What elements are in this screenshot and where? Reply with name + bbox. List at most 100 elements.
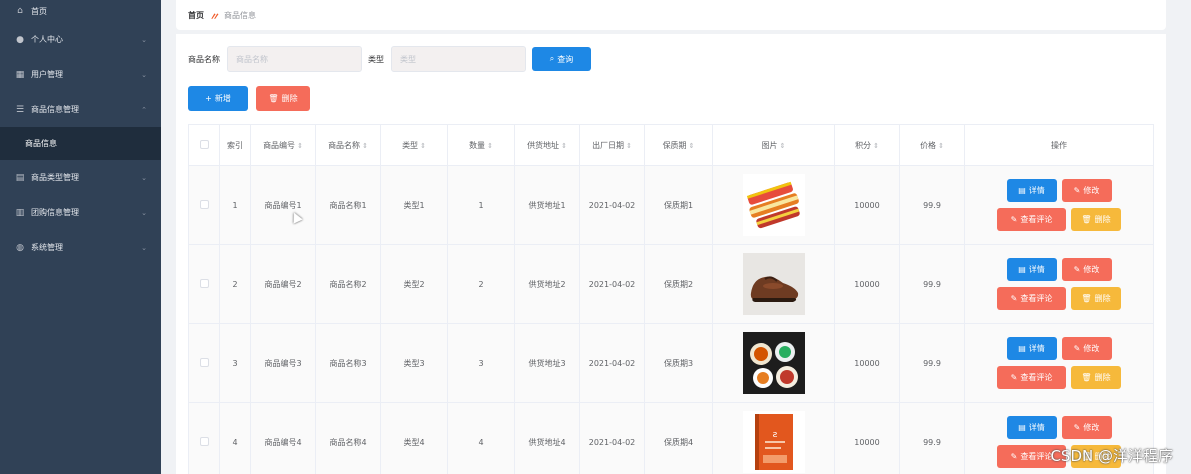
cell-index: 2 — [219, 244, 251, 324]
col-header-shelf[interactable]: 保质期 ⇕ — [644, 124, 713, 166]
col-header-type[interactable]: 类型 ⇕ — [380, 124, 448, 166]
row-checkbox[interactable] — [199, 357, 209, 367]
cell-shelf: 保质期4 — [644, 402, 713, 474]
edit-label: 修改 — [1083, 344, 1100, 353]
sidebar-item-groupbuy[interactable]: ▥ 团购信息管理 ⌄ — [0, 195, 161, 230]
row-actions-line: ▤ 详情 ✎ 修改 — [1006, 258, 1112, 281]
type-input[interactable] — [391, 46, 526, 72]
detail-button[interactable]: ▤ 详情 — [1006, 258, 1057, 281]
sidebar-item-goods[interactable]: ☰ 商品信息管理 ⌃ — [0, 92, 161, 127]
sort-icon[interactable]: ⇕ — [780, 142, 786, 150]
sidebar-item-label: 系统管理 — [31, 243, 63, 252]
edit-button[interactable]: ✎ 修改 — [1061, 416, 1112, 439]
breadcrumb-home[interactable]: 首页 — [188, 10, 204, 21]
header-label: 操作 — [1051, 140, 1067, 150]
col-header-points[interactable]: 积分 ⇕ — [834, 124, 900, 166]
trash-icon: 🗑 — [1081, 294, 1092, 303]
edit-label: 修改 — [1083, 423, 1100, 432]
view-reviews-button[interactable]: ✎ 查看评论 — [997, 366, 1066, 389]
col-header-price[interactable]: 价格 ⇕ — [899, 124, 965, 166]
breadcrumb-current: 商品信息 — [224, 10, 256, 20]
cell-index: 1 — [219, 165, 251, 245]
sidebar-item-home[interactable]: ⌂ 首页 — [0, 0, 161, 22]
plus-icon: + — [205, 94, 212, 103]
sort-icon[interactable]: ⇕ — [420, 142, 426, 150]
detail-button[interactable]: ▤ 详情 — [1006, 416, 1057, 439]
delete-button[interactable]: 🗑 删除 — [1071, 287, 1121, 310]
cell-qty: 2 — [447, 244, 515, 324]
cell-type: 类型3 — [380, 323, 448, 403]
col-header-name[interactable]: 商品名称 ⇕ — [315, 124, 381, 166]
sort-icon[interactable]: ⇕ — [873, 142, 879, 150]
edit-button[interactable]: ✎ 修改 — [1061, 258, 1112, 281]
col-header-image[interactable]: 图片 ⇕ — [712, 124, 835, 166]
select-all-cell[interactable] — [188, 124, 220, 166]
sort-icon[interactable]: ⇕ — [626, 142, 632, 150]
home-icon: ⌂ — [17, 6, 23, 16]
view-reviews-button[interactable]: ✎ 查看评论 — [997, 287, 1066, 310]
row-actions: ▤ 详情 ✎ 修改 ✎ 查看评论 🗑 删除 — [965, 258, 1153, 310]
sidebar-subitem-goods-info[interactable]: 商品信息 — [0, 127, 161, 160]
breadcrumb-separator-icon: 〃 — [209, 11, 219, 23]
row-checkbox[interactable] — [199, 436, 209, 446]
cell-shelf: 保质期1 — [644, 165, 713, 245]
name-input[interactable] — [227, 46, 362, 72]
cell-ops: ▤ 详情 ✎ 修改 ✎ 查看评论 🗑 删除 — [964, 244, 1154, 324]
sidebar-item-personal[interactable]: ● 个人中心 ⌄ — [0, 22, 161, 57]
edit-button[interactable]: ✎ 修改 — [1061, 179, 1112, 202]
note-icon: ▤ — [15, 172, 25, 183]
user-icon: ● — [16, 34, 24, 45]
cell-price: 99.9 — [899, 244, 965, 324]
col-header-code[interactable]: 商品编号 ⇕ — [250, 124, 316, 166]
row-checkbox[interactable] — [199, 199, 209, 209]
query-button[interactable]: ⌕ 查询 — [532, 47, 591, 71]
view-reviews-button[interactable]: ✎ 查看评论 — [997, 208, 1066, 231]
row-select-cell[interactable] — [188, 323, 220, 403]
sort-icon[interactable]: ⇕ — [938, 142, 944, 150]
delete-button[interactable]: 🗑 删除 — [1071, 366, 1121, 389]
cell-price: 99.9 — [899, 402, 965, 474]
select-all-checkbox[interactable] — [199, 139, 209, 149]
sidebar-item-system[interactable]: ◍ 系统管理 ⌄ — [0, 230, 161, 265]
detail-button[interactable]: ▤ 详情 — [1006, 337, 1057, 360]
chevron-down-icon: ⌄ — [141, 208, 147, 217]
pencil-icon: ✎ — [1010, 294, 1018, 303]
detail-button[interactable]: ▤ 详情 — [1006, 179, 1057, 202]
row-select-cell[interactable] — [188, 402, 220, 474]
header-label: 数量 — [469, 140, 486, 150]
col-header-index: 索引 — [219, 124, 251, 166]
row-select-cell[interactable] — [188, 244, 220, 324]
trash-icon: 🗑 — [268, 94, 279, 103]
cell-code: 商品编号3 — [250, 323, 316, 403]
add-button[interactable]: + 新增 — [188, 86, 248, 111]
sort-icon[interactable]: ⇕ — [689, 142, 695, 150]
breadcrumb: 首页 〃 商品信息 — [176, 0, 1166, 30]
pencil-icon: ✎ — [1073, 344, 1081, 353]
type-label: 类型 — [368, 54, 384, 64]
sidebar-item-users[interactable]: ▦ 用户管理 ⌄ — [0, 57, 161, 92]
sidebar-item-goods-type[interactable]: ▤ 商品类型管理 ⌄ — [0, 160, 161, 195]
edit-button[interactable]: ✎ 修改 — [1061, 337, 1112, 360]
cell-shelf: 保质期2 — [644, 244, 713, 324]
col-header-addr[interactable]: 供货地址 ⇕ — [514, 124, 580, 166]
row-select-cell[interactable] — [188, 165, 220, 245]
col-header-date[interactable]: 出厂日期 ⇕ — [579, 124, 645, 166]
sort-icon[interactable]: ⇕ — [297, 142, 303, 150]
row-actions-line: ✎ 查看评论 🗑 删除 — [997, 366, 1121, 389]
doc-icon: ▥ — [15, 207, 25, 218]
cell-image — [712, 165, 835, 245]
chevron-down-icon: ⌄ — [141, 35, 147, 44]
sidebar-item-label: 用户管理 — [31, 70, 63, 79]
row-checkbox[interactable] — [199, 278, 209, 288]
product-image — [713, 332, 834, 394]
table-header-row: 索引 商品编号 ⇕ 商品名称 ⇕ 类型 ⇕ 数量 ⇕ 供货地址 ⇕ 出厂日期 ⇕ 保质期 ⇕ … — [188, 124, 1154, 166]
col-header-qty[interactable]: 数量 ⇕ — [447, 124, 515, 166]
sort-icon[interactable]: ⇕ — [561, 142, 567, 150]
product-image — [713, 253, 834, 315]
sort-icon[interactable]: ⇕ — [487, 142, 493, 150]
review-label: 查看评论 — [1020, 294, 1053, 303]
delete-label: 删除 — [281, 94, 298, 103]
sort-icon[interactable]: ⇕ — [362, 142, 368, 150]
delete-button[interactable]: 🗑 删除 — [1071, 208, 1121, 231]
batch-delete-button[interactable]: 🗑 删除 — [256, 86, 310, 111]
